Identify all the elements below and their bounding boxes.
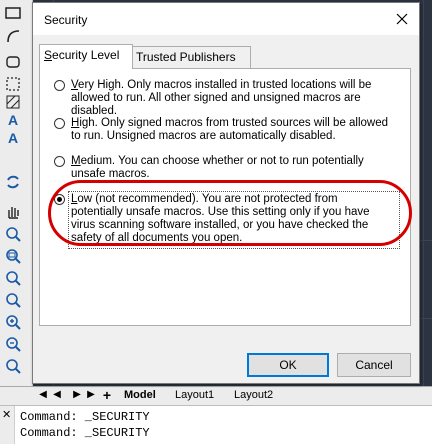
zoom-in-icon[interactable]: [3, 312, 23, 332]
radio-button[interactable]: [54, 156, 65, 167]
text-icon[interactable]: A: [3, 128, 23, 148]
last-tab-button[interactable]: ▶: [84, 388, 98, 402]
regen-icon[interactable]: [3, 172, 23, 192]
rectangle-icon[interactable]: [3, 4, 23, 24]
tab-security-level[interactable]: Security Level: [39, 44, 133, 69]
zoom-window-icon[interactable]: [3, 246, 23, 266]
tab-accel: S: [44, 48, 53, 62]
close-button[interactable]: [387, 5, 417, 33]
option-very-high[interactable]: Very High. Only macros installed in trus…: [54, 79, 394, 117]
cancel-button[interactable]: Cancel: [337, 353, 411, 377]
radio-button[interactable]: [54, 80, 65, 91]
tab-layout1[interactable]: Layout1: [175, 387, 214, 404]
arc-icon[interactable]: [3, 26, 23, 46]
option-medium[interactable]: Medium. You can choose whether or not to…: [54, 155, 394, 183]
dialog-titlebar[interactable]: Security: [33, 3, 419, 35]
close-icon[interactable]: ✕: [2, 408, 11, 421]
mtext-icon[interactable]: A: [3, 110, 23, 130]
tab-model[interactable]: Model: [124, 387, 156, 404]
revcloud-icon[interactable]: [3, 52, 23, 72]
zoom-realtime-icon[interactable]: [3, 224, 23, 244]
tab-layout2[interactable]: Layout2: [234, 387, 273, 404]
grid-line: [423, 0, 424, 386]
zoom-dynamic-icon[interactable]: [3, 268, 23, 288]
option-label: Medium. You can choose whether or not to…: [71, 155, 364, 180]
zoom-scale-icon[interactable]: [3, 290, 23, 310]
command-window-handle[interactable]: ✕: [0, 406, 15, 444]
radio-button[interactable]: [54, 118, 65, 129]
command-history-line: Command: _SECURITY: [20, 426, 150, 440]
zoom-all-icon[interactable]: [3, 356, 23, 376]
hatch-icon[interactable]: [3, 92, 23, 112]
tab-trusted-publishers[interactable]: Trusted Publishers: [131, 46, 251, 68]
layout-tabs-bar: ◀ ◀ ▶ ▶ + Model Layout1 Layout2: [0, 386, 432, 406]
zoom-out-icon[interactable]: [3, 334, 23, 354]
option-label: Very High. Only macros installed in trus…: [71, 79, 372, 117]
option-label: High. Only signed macros from trusted so…: [71, 117, 389, 142]
highlight-annotation: [48, 180, 412, 246]
prev-tab-button[interactable]: ◀: [50, 388, 64, 402]
left-toolbar: A A: [0, 0, 33, 386]
command-window[interactable]: ✕ Command: _SECURITY Command: _SECURITY: [0, 405, 432, 444]
close-icon: [396, 13, 408, 25]
pan-hand-icon[interactable]: [3, 202, 23, 222]
command-history-line: Command: _SECURITY: [20, 410, 150, 424]
tab-label: Trusted Publishers: [136, 50, 236, 64]
dialog-title: Security: [44, 13, 88, 27]
option-high[interactable]: High. Only signed macros from trusted so…: [54, 117, 394, 145]
next-tab-button[interactable]: ▶: [70, 388, 84, 402]
add-layout-button[interactable]: +: [100, 388, 114, 402]
tab-label: ecurity Level: [52, 48, 120, 62]
region-icon[interactable]: [3, 74, 23, 94]
first-tab-button[interactable]: ◀: [36, 388, 50, 402]
ok-button[interactable]: OK: [247, 353, 329, 377]
